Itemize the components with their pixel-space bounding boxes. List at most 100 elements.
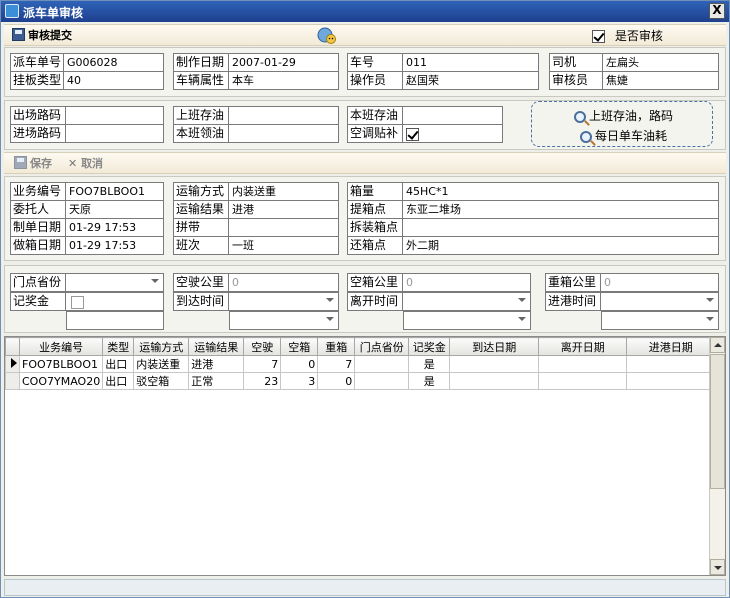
door-province-select[interactable] (66, 273, 164, 292)
col-header[interactable]: 记奖金 (408, 337, 451, 356)
arrive-time-select[interactable] (229, 292, 339, 311)
cell-type[interactable]: 出口 (102, 372, 135, 390)
cell-leave-date[interactable] (538, 355, 628, 373)
auditor-field[interactable]: 焦婕 (603, 71, 719, 90)
leave-time-select[interactable] (403, 292, 531, 311)
cell-arrive-date[interactable] (449, 372, 540, 390)
return-point-field[interactable]: 外二期 (403, 236, 719, 255)
audit-submit-button[interactable]: 审核提交 (12, 28, 72, 44)
chevron-down-icon[interactable] (706, 317, 714, 321)
empty-km-field[interactable]: 0 (229, 273, 339, 292)
save-button[interactable]: 保存 (14, 156, 52, 172)
reward-extra-field[interactable] (66, 311, 164, 330)
cell-door-province[interactable] (354, 372, 410, 390)
is-audited-check[interactable] (592, 30, 605, 43)
curr-fuel-input[interactable] (403, 106, 503, 125)
cell-reward[interactable]: 是 (408, 372, 451, 390)
stuffing-point-field[interactable] (403, 218, 719, 237)
cell-heavy-box[interactable]: 7 (317, 355, 356, 373)
chevron-down-icon[interactable] (326, 317, 334, 321)
create-date-field[interactable]: 01-29 17:53 (66, 218, 164, 237)
enter-port-time-extra-select[interactable] (601, 311, 719, 330)
cell-type[interactable]: 出口 (102, 355, 135, 373)
cell-result[interactable]: 正常 (188, 372, 245, 390)
enter-road-input[interactable] (66, 124, 164, 143)
col-header[interactable]: 空驶 (243, 337, 282, 356)
col-header[interactable]: 离开日期 (538, 337, 628, 356)
col-header[interactable]: 运输方式 (133, 337, 190, 356)
close-button[interactable]: X (709, 3, 725, 19)
vehicle-no-field[interactable]: 011 (403, 53, 539, 72)
transport-result-field[interactable]: 进港 (229, 200, 339, 219)
prev-fuel-input[interactable] (229, 106, 339, 125)
col-header[interactable]: 运输结果 (188, 337, 245, 356)
cell-empty-box[interactable]: 0 (280, 355, 319, 373)
cancel-button[interactable]: ✕ 取消 (68, 156, 103, 172)
arrive-time-extra-select[interactable] (229, 311, 339, 330)
scroll-down-button[interactable] (710, 559, 725, 575)
empty-box-km-field[interactable]: 0 (403, 273, 531, 292)
trailer-type-field[interactable]: 40 (64, 71, 164, 90)
cell-heavy-box[interactable]: 0 (317, 372, 356, 390)
chevron-down-icon[interactable] (151, 279, 159, 283)
cell-empty-drive[interactable]: 23 (243, 372, 282, 390)
table-row[interactable]: FOO7BLBOO1 出口 内装送重 进港 7 0 7 是 (5, 355, 716, 373)
shift-label: 班次 (173, 236, 229, 255)
cell-door-province[interactable] (354, 355, 410, 373)
cell-mode[interactable]: 内装送重 (133, 355, 190, 373)
box-count-field[interactable]: 45HC*1 (403, 182, 719, 201)
scroll-thumb[interactable] (710, 354, 725, 489)
col-header[interactable]: 类型 (102, 337, 135, 356)
cell-leave-date[interactable] (538, 372, 628, 390)
enter-port-time-select[interactable] (601, 292, 719, 311)
shift-field[interactable]: 一班 (229, 236, 339, 255)
prev-fuel-road-button[interactable]: 上班存油，路码 (574, 107, 673, 124)
grid-vertical-scrollbar[interactable] (709, 337, 725, 575)
box-date-field[interactable]: 01-29 17:53 (66, 236, 164, 255)
globe-user-icon[interactable] (316, 26, 338, 46)
chevron-down-icon[interactable] (326, 298, 334, 302)
cell-mode[interactable]: 驳空箱 (133, 372, 190, 390)
cell-biz-no[interactable]: FOO7BLBOO1 (18, 355, 104, 373)
cell-reward[interactable]: 是 (408, 355, 451, 373)
cell-empty-drive[interactable]: 7 (243, 355, 282, 373)
cell-port-date[interactable] (626, 372, 716, 390)
chevron-down-icon[interactable] (706, 298, 714, 302)
make-date-field[interactable]: 2007-01-29 (229, 53, 339, 72)
col-header[interactable]: 门点省份 (354, 337, 410, 356)
vehicle-attr-field[interactable]: 本车 (229, 71, 339, 90)
col-header[interactable]: 业务编号 (18, 337, 104, 356)
table-row[interactable]: COO7YMAO20 出口 驳空箱 正常 23 3 0 是 (5, 372, 716, 390)
col-header[interactable]: 重箱 (317, 337, 356, 356)
is-audited-checkbox[interactable]: 是否审核 (592, 28, 663, 44)
cell-arrive-date[interactable] (449, 355, 540, 373)
transport-mode-field[interactable]: 内装送重 (229, 182, 339, 201)
cell-result[interactable]: 进港 (188, 355, 245, 373)
ac-subsidy-checkbox[interactable] (406, 128, 419, 141)
operator-field[interactable]: 赵国荣 (403, 71, 539, 90)
cell-port-date[interactable] (626, 355, 716, 373)
biz-no-field[interactable]: FOO7BLBOO1 (66, 182, 164, 201)
col-header[interactable]: 空箱 (280, 337, 319, 356)
shift-fuel-input[interactable] (229, 124, 339, 143)
create-date-label: 制单日期 (10, 218, 66, 237)
enter-road-label: 进场路码 (10, 124, 66, 143)
exit-road-input[interactable] (66, 106, 164, 125)
chevron-down-icon[interactable] (518, 317, 526, 321)
chevron-down-icon[interactable] (518, 298, 526, 302)
driver-field[interactable]: 左扁头 (603, 53, 719, 72)
client-field[interactable]: 天原 (66, 200, 164, 219)
cell-empty-box[interactable]: 3 (280, 372, 319, 390)
col-header[interactable]: 到达日期 (449, 337, 540, 356)
pickup-point-field[interactable]: 东亚二堆场 (403, 200, 719, 219)
reward-checkbox[interactable] (71, 296, 84, 309)
cell-biz-no[interactable]: COO7YMAO20 (18, 372, 104, 390)
heavy-box-km-field[interactable]: 0 (601, 273, 719, 292)
leave-time-extra-select[interactable] (403, 311, 531, 330)
combine-field[interactable] (229, 218, 339, 237)
order-no-field[interactable]: G006028 (64, 53, 164, 72)
scroll-up-button[interactable] (710, 337, 725, 353)
col-header[interactable]: 进港日期 (626, 337, 716, 356)
arrive-time-label: 到达时间 (173, 292, 229, 311)
daily-fuel-button[interactable]: 每日单车油耗 (580, 127, 667, 144)
